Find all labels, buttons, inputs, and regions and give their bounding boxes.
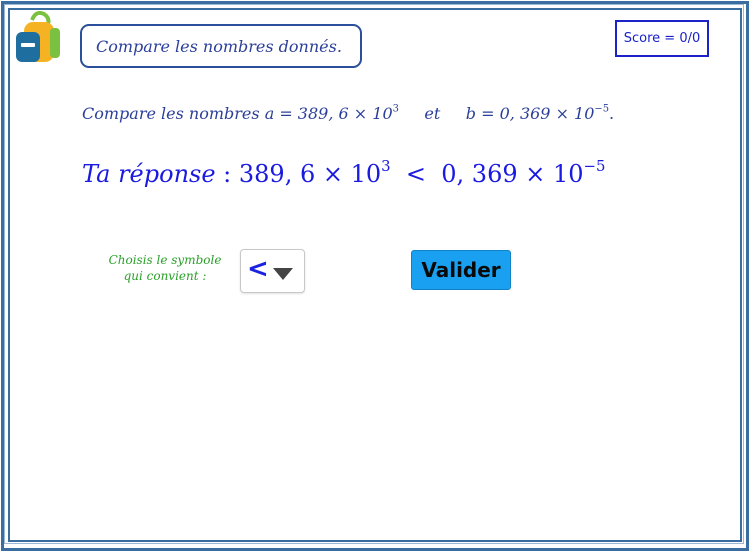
number-a-exponent: 3 [392, 103, 399, 115]
validate-button[interactable]: Valider [411, 250, 511, 290]
validate-button-label: Valider [421, 258, 501, 282]
answer-symbol: < [405, 160, 426, 188]
answer-left-number: 389, 6 × 10 [238, 160, 382, 188]
score-text: Score = 0/0 [623, 31, 701, 46]
caret-down-icon [273, 268, 293, 280]
number-b-exponent: −5 [594, 103, 610, 115]
answer-line: Ta réponse : 389, 6 × 103 < 0, 369 × 10−… [82, 156, 606, 188]
answer-colon: : [215, 160, 239, 188]
question-intro: Compare les nombres [82, 104, 260, 123]
choose-hint-line-2: qui convient : [123, 269, 207, 283]
question-end: . [609, 104, 615, 123]
symbol-dropdown[interactable]: < [240, 249, 305, 293]
answer-label: Ta réponse [82, 160, 216, 188]
question-statement: Compare les nombres a = 389, 6 × 103 et … [82, 104, 614, 123]
number-a: a = 389, 6 × 103 [265, 104, 399, 123]
choose-hint-line-1: Choisis le symbole [108, 253, 222, 267]
number-a-text: a = 389, 6 × 10 [264, 104, 393, 123]
choose-symbol-hint: Choisis le symbole qui convient : [100, 252, 230, 284]
answer-right-exponent: −5 [583, 156, 606, 175]
score-display: Score = 0/0 [615, 20, 709, 57]
question-connector: et [424, 104, 441, 123]
exercise-title-text: Compare les nombres donnés. [96, 36, 342, 56]
backpack-icon [16, 10, 60, 62]
answer-left-exponent: 3 [381, 156, 391, 175]
number-b-text: b = 0, 369 × 10 [465, 104, 595, 123]
answer-right-number: 0, 369 × 10 [441, 160, 584, 188]
selected-symbol: < [247, 254, 269, 284]
exercise-title: Compare les nombres donnés. [80, 24, 362, 68]
number-b: b = 0, 369 × 10−5 [466, 104, 609, 123]
